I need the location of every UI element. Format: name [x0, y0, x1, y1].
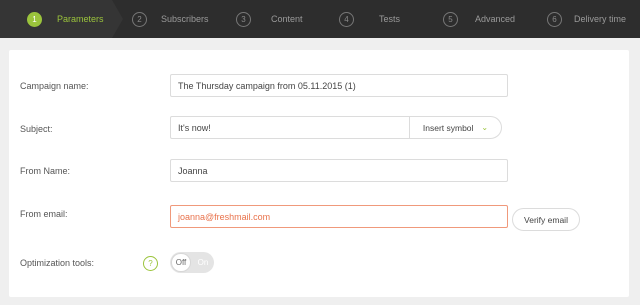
from-name-input[interactable]: Joanna [170, 159, 508, 182]
subject-input[interactable]: It's now! [170, 116, 411, 139]
step-number: 5 [443, 11, 458, 27]
verify-email-button[interactable]: Verify email [512, 208, 580, 231]
from-email-input[interactable]: joanna@freshmail.com [170, 205, 508, 228]
step-label: Content [271, 14, 303, 24]
question-icon[interactable]: ? [143, 256, 158, 271]
step-content[interactable]: 3 Content [236, 0, 303, 38]
campaign-name-label: Campaign name: [20, 81, 89, 91]
step-label: Subscribers [161, 14, 209, 24]
step-label: Delivery time [574, 14, 627, 24]
step-number: 3 [236, 11, 251, 27]
step-label: Tests [379, 14, 401, 24]
step-delivery-time[interactable]: 6 Delivery time [547, 0, 626, 38]
step-tests[interactable]: 4 Tests [339, 0, 400, 38]
insert-symbol-button[interactable]: Insert symbol ⌄ [409, 116, 502, 139]
chevron-down-icon: ⌄ [481, 123, 489, 132]
from-name-label: From Name: [20, 166, 71, 176]
toggle-off-knob: Off [171, 253, 191, 272]
step-label: Advanced [475, 14, 516, 24]
active-step-arrow [112, 0, 123, 38]
insert-symbol-label: Insert symbol [422, 122, 474, 133]
optimization-tools-label: Optimization tools: [20, 258, 95, 268]
step-label: Parameters [57, 14, 104, 24]
step-subscribers[interactable]: 2 Subscribers [132, 0, 209, 38]
optimization-toggle[interactable]: Off On [170, 252, 214, 273]
subject-label: Subject: [20, 124, 53, 134]
step-advanced[interactable]: 5 Advanced [443, 0, 515, 38]
from-email-label: From email: [20, 209, 68, 219]
campaign-name-input[interactable]: The Thursday campaign from 05.11.2015 (1… [170, 74, 508, 97]
step-number: 1 [27, 11, 42, 27]
wizard-steps: 1 Parameters 2 Subscribers 3 Content 4 T… [0, 0, 640, 38]
step-parameters[interactable]: 1 Parameters [0, 0, 112, 38]
step-number: 4 [339, 11, 354, 27]
step-number: 2 [132, 11, 147, 27]
toggle-on-label: On [197, 258, 209, 267]
campaign-parameters-form: Campaign name: The Thursday campaign fro… [9, 50, 629, 297]
step-number: 6 [547, 11, 562, 27]
